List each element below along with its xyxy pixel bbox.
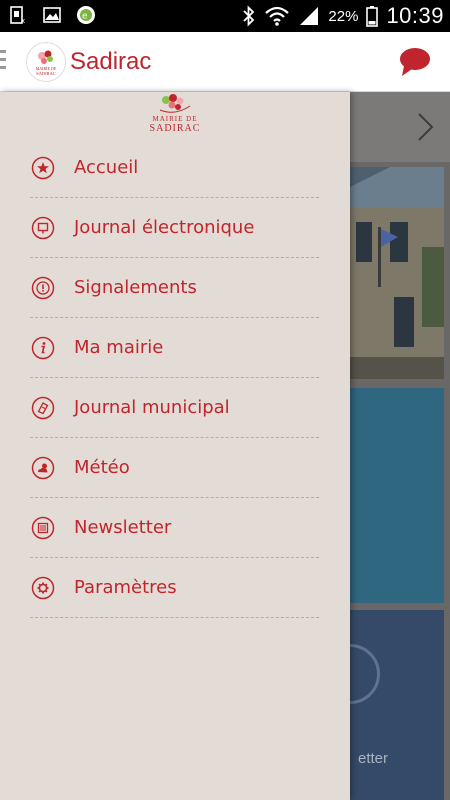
signal-icon xyxy=(300,7,319,25)
menu-toggle-icon[interactable] xyxy=(0,50,8,74)
svg-text:x: x xyxy=(21,17,25,25)
menu-label: Signalements xyxy=(74,277,197,298)
gallery-icon xyxy=(43,7,61,23)
weather-icon xyxy=(31,456,55,479)
drawer-menu: Accueil Journal électronique Signalement… xyxy=(30,138,319,618)
menu-label: Newsletter xyxy=(74,517,172,538)
menu-item-newsletter[interactable]: Newsletter xyxy=(30,498,319,558)
menu-label: Météo xyxy=(74,457,130,478)
chat-icon[interactable] xyxy=(398,46,432,78)
app-notification-icon: e xyxy=(77,6,95,24)
battery-icon xyxy=(366,6,379,27)
app-bar: MAIRIE DE SADIRAC Sadirac xyxy=(0,32,450,92)
menu-item-journal-municipal[interactable]: Journal municipal xyxy=(30,378,319,438)
newspaper-icon xyxy=(31,396,55,419)
menu-label: Journal municipal xyxy=(74,397,230,418)
drawer-logo: MAIRIE DE SADIRAC xyxy=(140,92,210,138)
notification-icons: x e xyxy=(8,5,96,25)
newsletter-tile-label: etter xyxy=(358,750,389,767)
drawer-logo-text-bottom: SADIRAC xyxy=(149,123,201,134)
sim-icon: x xyxy=(10,6,25,25)
battery-percent: 22% xyxy=(328,7,359,25)
status-bar: x e 22% 10:39 xyxy=(0,0,450,32)
town-hall-photo xyxy=(350,167,444,379)
menu-item-parametres[interactable]: Paramètres xyxy=(30,558,319,618)
settings-icon xyxy=(31,576,55,599)
menu-label: Journal électronique xyxy=(74,217,255,238)
app-title: Sadirac xyxy=(70,48,152,75)
screen-icon xyxy=(31,216,55,239)
menu-item-meteo[interactable]: Météo xyxy=(30,438,319,498)
weather-tile xyxy=(350,388,444,603)
mairie-logo-icon: MAIRIE DE SADIRAC xyxy=(36,50,57,76)
menu-item-ma-mairie[interactable]: Ma mairie xyxy=(30,318,319,378)
menu-item-accueil[interactable]: Accueil xyxy=(30,138,319,198)
star-icon xyxy=(31,156,55,179)
bluetooth-icon xyxy=(243,5,255,27)
menu-label: Accueil xyxy=(74,157,139,178)
chevron-right-icon xyxy=(418,113,434,141)
newsletter-icon xyxy=(31,516,55,539)
newsletter-tile: etter xyxy=(320,610,444,800)
menu-item-signalements[interactable]: Signalements xyxy=(30,258,319,318)
alert-icon xyxy=(31,276,55,299)
menu-label: Paramètres xyxy=(74,577,177,598)
app-logo[interactable]: MAIRIE DE SADIRAC xyxy=(26,42,66,82)
clock: 10:39 xyxy=(386,3,444,28)
info-icon xyxy=(31,336,55,359)
menu-label: Ma mairie xyxy=(74,337,164,358)
carousel-header xyxy=(350,92,450,162)
navigation-drawer: MAIRIE DE SADIRAC Accueil Journal électr… xyxy=(0,92,350,800)
system-icons: 22% 10:39 xyxy=(242,0,444,32)
logo-text-bottom: SADIRAC xyxy=(36,71,56,76)
drawer-logo-text-top: MAIRIE DE xyxy=(152,115,198,123)
wifi-icon xyxy=(265,6,290,26)
menu-item-journal-electronique[interactable]: Journal électronique xyxy=(30,198,319,258)
svg-text:e: e xyxy=(82,12,88,22)
